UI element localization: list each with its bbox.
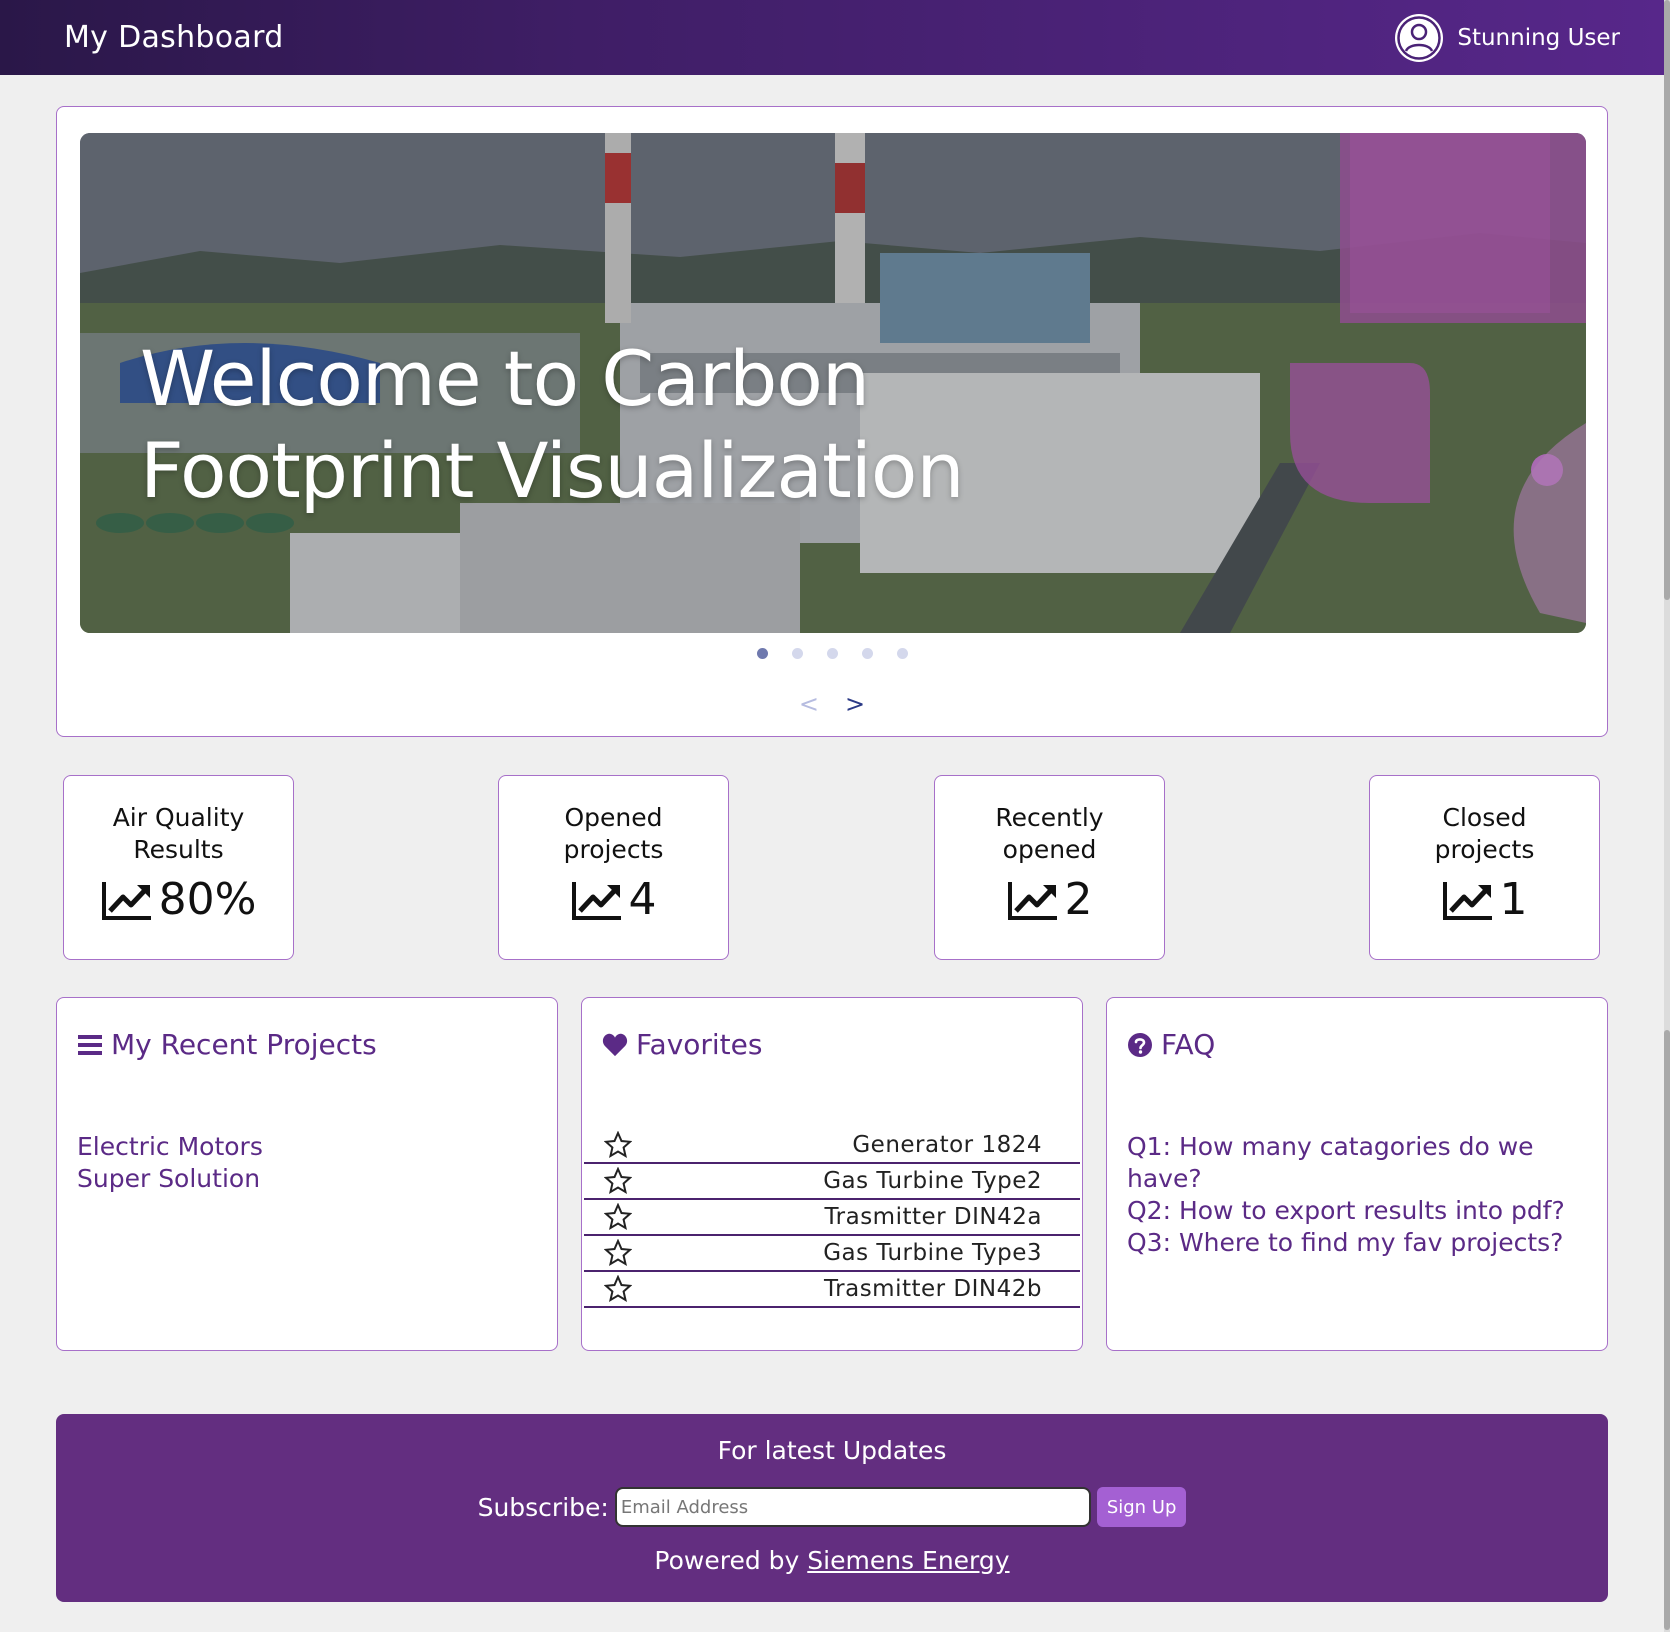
carousel-dot-5[interactable]: [896, 648, 908, 659]
star-outline-icon[interactable]: [604, 1167, 632, 1195]
favorites-panel: Favorites Generator 1824 Gas Turbine Typ…: [581, 997, 1083, 1351]
user-menu[interactable]: Stunning User: [1393, 12, 1620, 64]
star-outline-icon[interactable]: [604, 1203, 632, 1231]
favorite-item[interactable]: Gas Turbine Type2: [584, 1164, 1080, 1200]
subscribe-label: Subscribe:: [477, 1492, 609, 1522]
favorite-item[interactable]: Trasmitter DIN42b: [584, 1272, 1080, 1308]
recent-projects-header: My Recent Projects: [77, 1028, 377, 1061]
stat-value: 4: [628, 874, 657, 925]
trend-up-icon: [101, 879, 153, 921]
carousel-dot-2[interactable]: [791, 648, 803, 659]
stat-card-recently-opened[interactable]: Recently opened 2: [934, 775, 1165, 960]
list-icon: [77, 1032, 103, 1058]
stat-card-air-quality[interactable]: Air Quality Results 80%: [63, 775, 294, 960]
siemens-energy-link[interactable]: Siemens Energy: [807, 1546, 1009, 1575]
stat-label: Air Quality Results: [112, 803, 245, 864]
project-link[interactable]: Super Solution: [77, 1163, 263, 1195]
trend-up-icon: [1442, 879, 1494, 921]
hero-slide-image: Welcome to Carbon Footprint Visualizatio…: [80, 133, 1586, 633]
stat-label: Closed projects: [1434, 803, 1535, 864]
faq-panel: FAQ Q1: How many catagories do we have? …: [1106, 997, 1608, 1351]
recent-projects-panel: My Recent Projects Electric Motors Super…: [56, 997, 558, 1351]
email-input[interactable]: [614, 1487, 1091, 1527]
user-name: Stunning User: [1457, 24, 1620, 51]
trend-up-icon: [571, 879, 623, 921]
faq-link[interactable]: Q1: How many catagories do we have?: [1127, 1131, 1587, 1195]
powered-by: Powered by Siemens Energy: [654, 1546, 1010, 1575]
footer-title: For latest Updates: [717, 1436, 947, 1465]
favorite-label: Trasmitter DIN42b: [823, 1276, 1042, 1302]
top-navbar: My Dashboard Stunning User: [0, 0, 1664, 75]
favorite-label: Gas Turbine Type2: [823, 1168, 1042, 1194]
recent-projects-title: My Recent Projects: [111, 1028, 377, 1061]
stat-value: 80%: [158, 874, 257, 925]
faq-header: FAQ: [1127, 1028, 1215, 1061]
carousel-indicators: [57, 648, 1607, 659]
favorite-label: Trasmitter DIN42a: [824, 1204, 1042, 1230]
faq-link[interactable]: Q3: Where to find my fav projects?: [1127, 1227, 1587, 1259]
stat-label: Recently opened: [995, 803, 1104, 864]
stat-value: 1: [1499, 874, 1528, 925]
star-outline-icon[interactable]: [604, 1239, 632, 1267]
sign-up-button[interactable]: Sign Up: [1096, 1487, 1187, 1527]
favorites-list: Generator 1824 Gas Turbine Type2 Trasmit…: [584, 1128, 1080, 1308]
faq-link[interactable]: Q2: How to export results into pdf?: [1127, 1195, 1587, 1227]
app-title[interactable]: My Dashboard: [64, 20, 284, 55]
user-avatar-icon[interactable]: [1393, 12, 1445, 64]
favorite-item[interactable]: Trasmitter DIN42a: [584, 1200, 1080, 1236]
carousel-prev-button[interactable]: <: [799, 690, 819, 718]
stat-card-closed-projects[interactable]: Closed projects 1: [1369, 775, 1600, 960]
trend-up-icon: [1007, 879, 1059, 921]
favorite-item[interactable]: Gas Turbine Type3: [584, 1236, 1080, 1272]
favorite-label: Generator 1824: [852, 1132, 1042, 1158]
stat-value: 2: [1064, 874, 1093, 925]
carousel-arrows: < >: [57, 690, 1607, 718]
subscribe-footer: For latest Updates Subscribe: Sign Up Po…: [56, 1414, 1608, 1602]
favorites-title: Favorites: [636, 1028, 763, 1061]
faq-title: FAQ: [1161, 1028, 1216, 1061]
stat-card-opened-projects[interactable]: Opened projects 4: [498, 775, 729, 960]
hero-carousel: Welcome to Carbon Footprint Visualizatio…: [56, 106, 1608, 737]
stat-label: Opened projects: [563, 803, 664, 864]
star-outline-icon[interactable]: [604, 1131, 632, 1159]
star-outline-icon[interactable]: [604, 1275, 632, 1303]
favorite-label: Gas Turbine Type3: [823, 1240, 1042, 1266]
carousel-dot-4[interactable]: [861, 648, 873, 659]
favorite-item[interactable]: Generator 1824: [584, 1128, 1080, 1164]
carousel-dot-3[interactable]: [826, 648, 838, 659]
heart-icon: [602, 1032, 628, 1058]
carousel-dot-1[interactable]: [756, 648, 768, 659]
favorites-header: Favorites: [602, 1028, 762, 1061]
page-scrollbar[interactable]: [1664, 0, 1670, 1632]
question-circle-icon: [1127, 1032, 1153, 1058]
carousel-next-button[interactable]: >: [845, 690, 865, 718]
project-link[interactable]: Electric Motors: [77, 1131, 263, 1163]
hero-title: Welcome to Carbon Footprint Visualizatio…: [140, 334, 965, 515]
